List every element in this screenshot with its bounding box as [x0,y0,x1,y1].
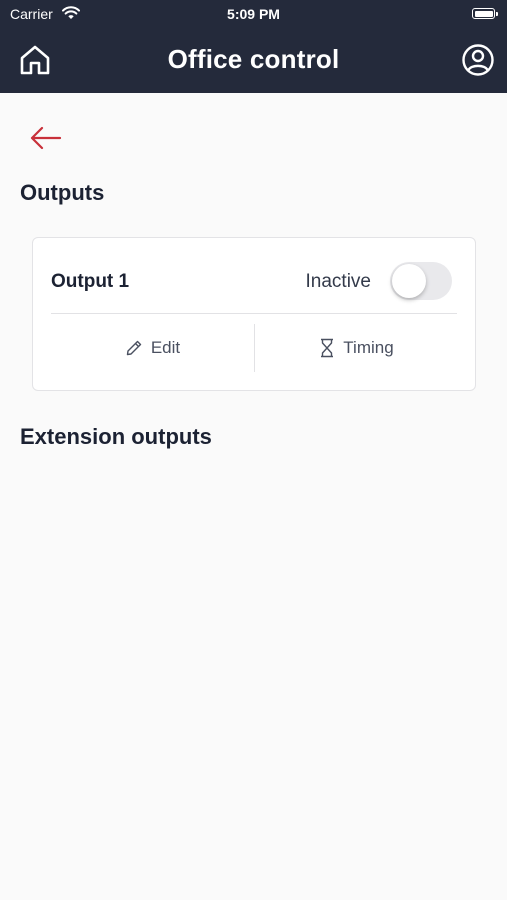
page-title: Office control [167,44,340,74]
timing-label: Timing [343,338,394,357]
status-bar: Carrier 5:09 PM [0,0,507,28]
user-circle-icon [462,44,494,76]
outputs-heading: Outputs [20,180,105,205]
arrow-left-icon [30,126,62,150]
output-toggle[interactable] [390,262,452,300]
output-status: Inactive [305,271,371,292]
app-header: Carrier 5:09 PM Office control [0,0,507,93]
edit-button[interactable]: Edit [51,324,254,372]
toggle-knob [392,264,426,298]
profile-button[interactable] [461,43,495,77]
status-time: 5:09 PM [227,6,280,22]
edit-label: Edit [150,338,181,357]
timing-button[interactable]: Timing [255,324,458,372]
back-button[interactable] [28,124,64,152]
extension-outputs-heading: Extension outputs [20,424,212,449]
battery-icon [472,8,498,19]
card-divider [51,313,457,314]
pencil-icon [126,340,142,356]
hourglass-icon [321,338,334,358]
output-name: Output 1 [51,271,130,292]
output-card: Output 1 Inactive Edit Timing [32,237,476,391]
